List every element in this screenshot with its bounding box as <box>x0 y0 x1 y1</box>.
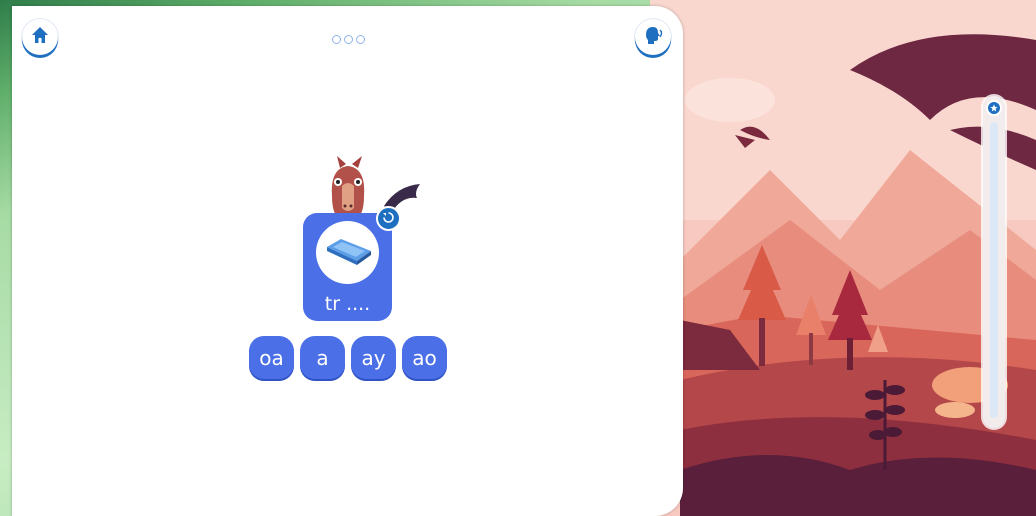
speak-button[interactable] <box>635 19 671 55</box>
tray-icon <box>321 233 375 273</box>
progress-bar <box>983 96 1005 428</box>
speaking-head-icon <box>642 24 664 50</box>
answer-options: oa a ay ao <box>249 336 447 379</box>
landscape-scene <box>650 0 1036 516</box>
home-button[interactable] <box>22 19 58 55</box>
question-card: tr .... <box>303 213 392 321</box>
page-indicator <box>332 35 365 44</box>
option-button[interactable]: a <box>300 336 345 379</box>
home-icon <box>30 25 50 49</box>
word-prompt: tr .... <box>324 293 371 315</box>
activity-panel: tr .... oa a ay ao <box>12 6 683 516</box>
picture-circle <box>316 221 379 284</box>
star-icon <box>986 100 1002 116</box>
option-button[interactable]: ay <box>351 336 396 379</box>
progress-track <box>990 122 998 418</box>
page-dot <box>356 35 365 44</box>
option-button[interactable]: oa <box>249 336 294 379</box>
option-button[interactable]: ao <box>402 336 447 379</box>
replay-button[interactable] <box>376 206 401 231</box>
page-dot <box>332 35 341 44</box>
replay-icon <box>382 209 395 228</box>
page-dot <box>344 35 353 44</box>
